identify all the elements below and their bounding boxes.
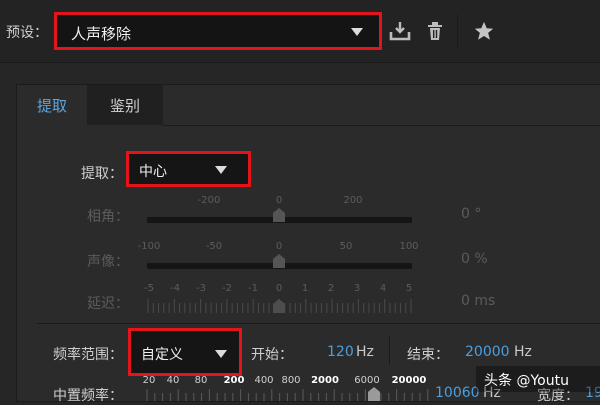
freq-range-dropdown[interactable]: 自定义 <box>128 328 242 376</box>
delay-slider[interactable]: -5 -4 -3 -2 -1 0 1 2 3 4 5 <box>144 281 413 317</box>
tick-label: -3 <box>196 283 206 294</box>
tick-label: 5 <box>405 283 413 294</box>
phase-slider[interactable]: -200 0 200 <box>147 193 412 229</box>
tick-label: 200 <box>223 375 245 386</box>
extract-dropdown[interactable]: 中心 <box>126 151 251 187</box>
slider-thumb[interactable] <box>273 208 285 222</box>
tick-label: 0 <box>275 283 283 294</box>
tab-underline <box>163 125 600 126</box>
extract-value: 中心 <box>139 164 167 180</box>
tick-label: 800 <box>281 375 301 386</box>
tick-label: 0 <box>275 241 283 252</box>
center-freq-label: 中置频率： <box>53 388 123 404</box>
preset-value: 人声移除 <box>71 25 132 43</box>
tick-label: 2000 <box>311 375 339 386</box>
tick-label: -1 <box>248 283 258 294</box>
start-unit: Hz <box>356 344 374 360</box>
freq-range-label: 频率范围： <box>53 347 123 363</box>
watermark-text: 头条 @Youtu <box>484 373 569 389</box>
chevron-down-icon <box>351 28 363 36</box>
star-icon[interactable] <box>471 18 497 44</box>
tick-label: -100 <box>137 241 161 252</box>
center-freq-value[interactable]: 10060 <box>435 385 480 401</box>
slider-ticks <box>146 389 429 401</box>
tick-label: 200 <box>343 195 363 206</box>
tick-label: -5 <box>144 283 154 294</box>
preset-bar: 预设： 人声移除 <box>0 0 600 63</box>
delay-value: 0 ms <box>461 293 496 309</box>
start-label: 开始： <box>251 347 293 363</box>
tick-label: 20000 <box>391 375 427 386</box>
tick-label: -4 <box>170 283 180 294</box>
tick-label: 20 <box>142 375 156 386</box>
slider-thumb[interactable] <box>273 254 285 268</box>
tab-extract[interactable]: 提取 <box>17 85 87 125</box>
tick-label: 400 <box>254 375 274 386</box>
pan-value: 0 % <box>461 251 488 267</box>
effect-panel: 提取 鉴别 提取： 中心 相角： -200 0 200 0 ° 声像： -100… <box>16 84 600 404</box>
tick-label: 100 <box>399 241 419 252</box>
tick-label: 1 <box>301 283 309 294</box>
tick-label: -2 <box>222 283 232 294</box>
chevron-down-icon <box>215 350 227 358</box>
trash-icon[interactable] <box>422 18 448 44</box>
pan-slider[interactable]: -100 -50 0 50 100 <box>138 239 419 275</box>
tick-label: 4 <box>379 283 387 294</box>
tab-extract-label: 提取 <box>36 96 67 115</box>
tick-label: -200 <box>197 195 221 206</box>
start-value[interactable]: 120 <box>327 344 354 360</box>
tab-discriminate[interactable]: 鉴别 <box>87 85 163 125</box>
extract-label: 提取： <box>81 166 123 182</box>
download-icon[interactable] <box>387 18 413 44</box>
phase-value: 0 ° <box>461 206 482 222</box>
chevron-down-icon <box>215 166 227 174</box>
divider <box>389 335 390 365</box>
delay-label: 延迟： <box>87 296 129 312</box>
end-value[interactable]: 20000 <box>465 344 510 360</box>
end-label: 结束： <box>407 347 449 363</box>
tick-label: -50 <box>205 241 223 252</box>
tick-label: 80 <box>194 375 208 386</box>
tick-label: 0 <box>275 195 283 206</box>
tick-label: 6000 <box>354 375 380 386</box>
tick-label: 2 <box>327 283 335 294</box>
pan-label: 声像： <box>87 254 129 270</box>
tick-label: 50 <box>339 241 353 252</box>
watermark: 头条 @Youtu <box>476 366 600 392</box>
center-freq-slider[interactable]: 20 40 80 200 400 800 2000 6000 20000 <box>143 375 433 401</box>
preset-dropdown[interactable]: 人声移除 <box>54 12 382 50</box>
section-divider <box>37 323 600 324</box>
divider <box>457 14 458 48</box>
preset-label: 预设： <box>6 25 48 41</box>
tab-discriminate-label: 鉴别 <box>109 96 140 115</box>
freq-range-value: 自定义 <box>141 347 183 363</box>
tick-label: 3 <box>353 283 361 294</box>
end-unit: Hz <box>514 344 532 360</box>
tick-label: 40 <box>166 375 180 386</box>
phase-label: 相角： <box>87 209 129 225</box>
